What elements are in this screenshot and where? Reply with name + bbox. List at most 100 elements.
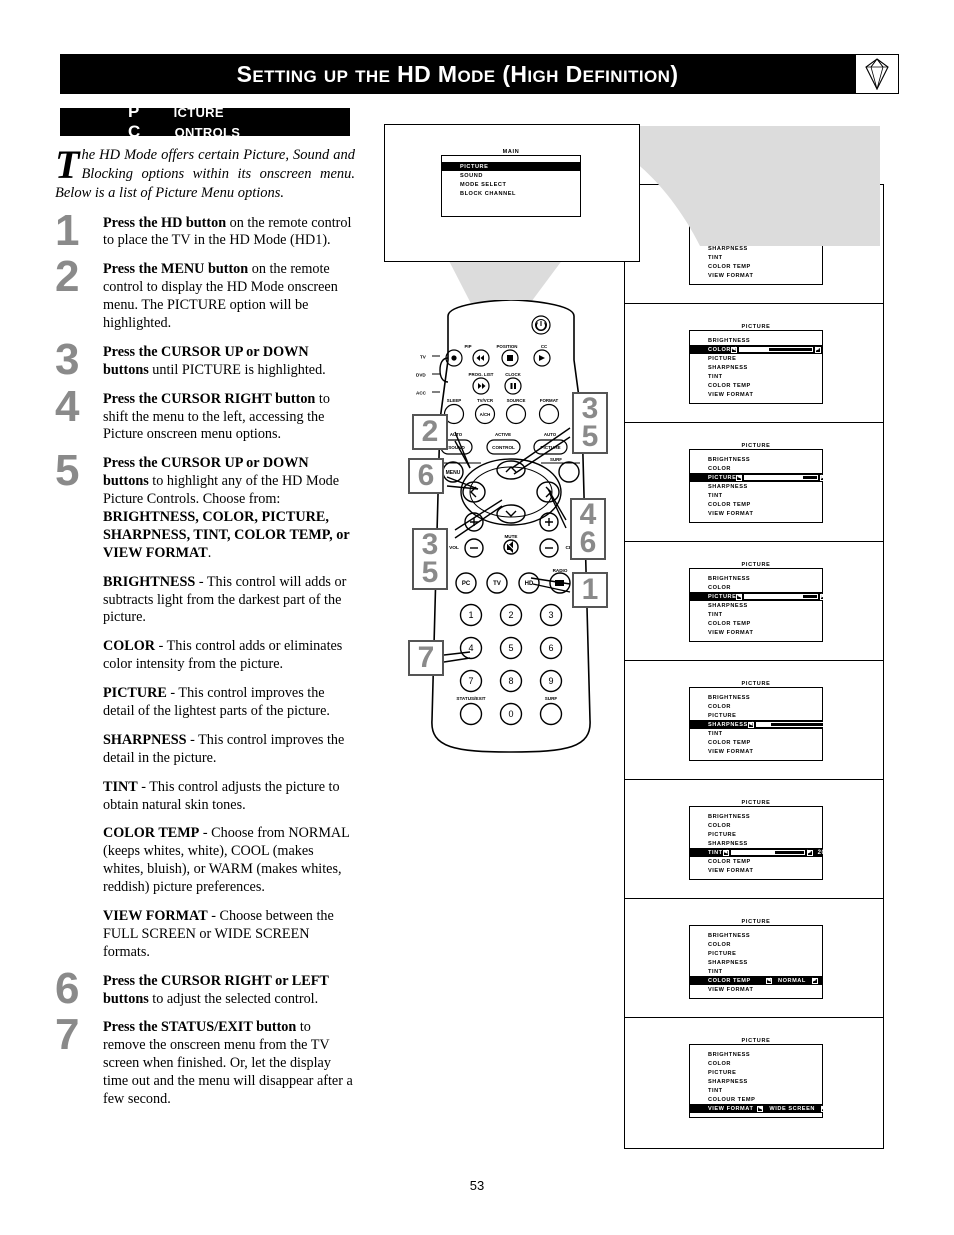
menu-item-label: MODE SELECT — [460, 181, 507, 188]
svg-text:SOUND: SOUND — [448, 445, 465, 450]
picture-menu-item-sharpness[interactable]: SHARPNESS — [690, 1077, 822, 1086]
slider-right-arrow-icon[interactable]: ▶ — [820, 593, 827, 600]
slider-right-arrow-icon[interactable]: ▶ — [814, 346, 821, 353]
picture-menu-item-view-format[interactable]: VIEW FORMAT ◀ WIDE SCREEN ▶ — [690, 1104, 827, 1113]
definition-tint: TINT - This control adjusts the picture … — [55, 779, 355, 815]
option-left-arrow-icon[interactable]: ◀ — [757, 1105, 764, 1112]
picture-menu-panel: PICTURE BRIGHTNESS COLOR PICTURE SHARPNESS TI… — [624, 779, 884, 898]
picture-menu-item-view-format[interactable]: VIEW FORMAT — [690, 628, 822, 637]
picture-menu-item-color-temp[interactable]: COLOR TEMP — [690, 619, 822, 628]
picture-menu-item-view-format[interactable]: VIEW FORMAT — [690, 866, 822, 875]
picture-menu-item-view-format[interactable]: VIEW FORMAT — [690, 390, 822, 399]
value-option-selector[interactable]: ◀ NORMAL ▶ — [766, 977, 818, 984]
picture-menu-item-brightness[interactable]: BRIGHTNESS — [690, 336, 822, 345]
svg-text:3: 3 — [548, 610, 553, 620]
picture-menu-item-brightness[interactable]: BRIGHTNESS — [690, 693, 822, 702]
slider-left-arrow-icon[interactable]: ◀ — [730, 346, 737, 353]
picture-menu-item-color-temp[interactable]: COLOR TEMP — [690, 381, 822, 390]
picture-menu-item-color[interactable]: COLOR — [690, 1059, 822, 1068]
definition-sharpness: SHARPNESS - This control improves the de… — [55, 732, 355, 768]
picture-menu-item-sharpness[interactable]: SHARPNESS ◀ ▶ 20 — [690, 720, 850, 729]
value-slider[interactable]: ◀▶ — [736, 593, 827, 600]
slider-right-arrow-icon[interactable]: ▶ — [831, 721, 838, 728]
main-menu-item-block-channel[interactable]: BLOCK CHANNEL — [442, 189, 580, 198]
value-slider[interactable]: ◀▶ — [736, 474, 827, 481]
option-right-arrow-icon[interactable]: ▶ — [811, 977, 818, 984]
picture-menu-item-color[interactable]: COLOR ◀ ▶ 40 — [690, 345, 833, 354]
definition-color-temp: COLOR TEMP - Choose from NORMAL (keeps w… — [55, 825, 355, 897]
picture-menu-item-tint[interactable]: TINT — [690, 967, 822, 976]
picture-menu-item-sharpness[interactable]: SHARPNESS — [690, 601, 822, 610]
svg-text:1: 1 — [468, 610, 473, 620]
picture-menu-item-tint[interactable]: TINT — [690, 729, 822, 738]
picture-menu-item-color[interactable]: COLOR — [690, 940, 822, 949]
slider-track[interactable] — [744, 594, 819, 599]
picture-menu-item-picture[interactable]: PICTURE — [690, 1068, 822, 1077]
menu-item-label: VIEW FORMAT — [708, 510, 754, 517]
picture-menu-item-color[interactable]: COLOR — [690, 702, 822, 711]
picture-menu-item-brightness[interactable]: BRIGHTNESS — [690, 455, 822, 464]
slider-right-arrow-icon[interactable]: ▶ — [820, 474, 827, 481]
label-position: POSITION — [497, 344, 518, 349]
picture-menu-item-sharpness[interactable]: SHARPNESS — [690, 958, 822, 967]
value-slider[interactable]: ◀▶ — [730, 346, 821, 353]
picture-menu-item-color[interactable]: COLOR — [690, 583, 822, 592]
picture-menu-item-brightness[interactable]: BRIGHTNESS — [690, 1050, 822, 1059]
svg-text:0: 0 — [508, 709, 513, 719]
value-number: 80 — [831, 593, 840, 600]
value-slider[interactable]: ◀▶ — [747, 721, 838, 728]
picture-menu-item-color-temp[interactable]: COLOR TEMP — [690, 857, 822, 866]
value-option-selector[interactable]: ◀ WIDE SCREEN ▶ — [757, 1105, 827, 1112]
picture-menu-item-sharpness[interactable]: SHARPNESS — [690, 363, 822, 372]
main-menu-item-mode-select[interactable]: MODE SELECT — [442, 180, 580, 189]
picture-menu-item-view-format[interactable]: VIEW FORMAT — [690, 747, 822, 756]
picture-menu-item-tint[interactable]: TINT ◀ ▶ 20 — [690, 848, 825, 857]
picture-menu-item-brightness[interactable]: BRIGHTNESS — [690, 574, 822, 583]
step-text: to adjust the selected control. — [148, 990, 319, 1007]
slider-left-arrow-icon[interactable]: ◀ — [722, 849, 729, 856]
slider-track[interactable] — [730, 850, 805, 855]
slider-track[interactable] — [755, 722, 830, 727]
option-left-arrow-icon[interactable]: ◀ — [766, 977, 772, 984]
label-pip: PIP — [464, 344, 471, 349]
picture-menu-frame: BRIGHTNESS COLOR PICTURE ◀ ▶ 80 SHARPNESS TINT C… — [689, 449, 839, 523]
picture-menu-item-color-temp[interactable]: COLOR TEMP — [690, 738, 822, 747]
picture-menu-item-picture[interactable]: PICTURE — [690, 830, 822, 839]
picture-menu-item-view-format[interactable]: VIEW FORMAT — [690, 985, 822, 994]
menu-item-label: TINT — [708, 492, 723, 499]
main-menu-item-picture[interactable]: PICTURE — [442, 162, 580, 171]
menu-item-label: COLOR TEMP — [708, 382, 751, 389]
picture-menu-item-color-temp[interactable]: COLOR TEMP — [690, 500, 822, 509]
slider-right-arrow-icon[interactable]: ▶ — [806, 849, 813, 856]
picture-menu-item-tint[interactable]: TINT — [690, 491, 822, 500]
picture-menu-item-color[interactable]: COLOR — [690, 821, 822, 830]
label-auto-2: AUTO — [544, 432, 557, 437]
main-menu-item-sound[interactable]: SOUND — [442, 171, 580, 180]
picture-menu-item-color[interactable]: COLOR — [690, 464, 822, 473]
picture-menu-item-picture[interactable]: PICTURE — [690, 711, 822, 720]
slider-left-arrow-icon[interactable]: ◀ — [736, 474, 743, 481]
picture-menu-item-brightness[interactable]: BRIGHTNESS — [690, 812, 822, 821]
slider-track[interactable] — [738, 347, 813, 352]
picture-menu-item-color-temp[interactable]: COLOR TEMP ◀ NORMAL ▶ — [690, 976, 822, 985]
picture-menu-item-tint[interactable]: TINT — [690, 372, 822, 381]
picture-menu-item-picture[interactable]: PICTURE — [690, 354, 822, 363]
slider-left-arrow-icon[interactable]: ◀ — [736, 593, 743, 600]
slider-left-arrow-icon[interactable]: ◀ — [747, 721, 754, 728]
option-right-arrow-icon[interactable]: ▶ — [820, 1105, 827, 1112]
remote-label-dvd: DVD — [416, 373, 426, 378]
slider-track[interactable] — [744, 475, 819, 480]
value-slider[interactable]: ◀▶ — [722, 849, 813, 856]
picture-menu-item-tint[interactable]: TINT — [690, 610, 822, 619]
picture-menu-item-tint[interactable]: TINT — [690, 1086, 822, 1095]
picture-menu-item-brightness[interactable]: BRIGHTNESS — [690, 931, 822, 940]
menu-item-label: PICTURE — [708, 355, 737, 362]
picture-menu-item-picture[interactable]: PICTURE ◀ ▶ 80 — [690, 592, 839, 601]
picture-menu-item-picture[interactable]: PICTURE ◀ ▶ 80 — [690, 473, 839, 482]
menu-item-label: SHARPNESS — [708, 959, 748, 966]
picture-menu-item-picture[interactable]: PICTURE — [690, 949, 822, 958]
picture-menu-item-sharpness[interactable]: SHARPNESS — [690, 482, 822, 491]
picture-menu-item-sharpness[interactable]: SHARPNESS — [690, 839, 822, 848]
picture-menu-item-view-format[interactable]: VIEW FORMAT — [690, 509, 822, 518]
picture-menu-item-colour-temp[interactable]: COLOUR TEMP — [690, 1095, 822, 1104]
